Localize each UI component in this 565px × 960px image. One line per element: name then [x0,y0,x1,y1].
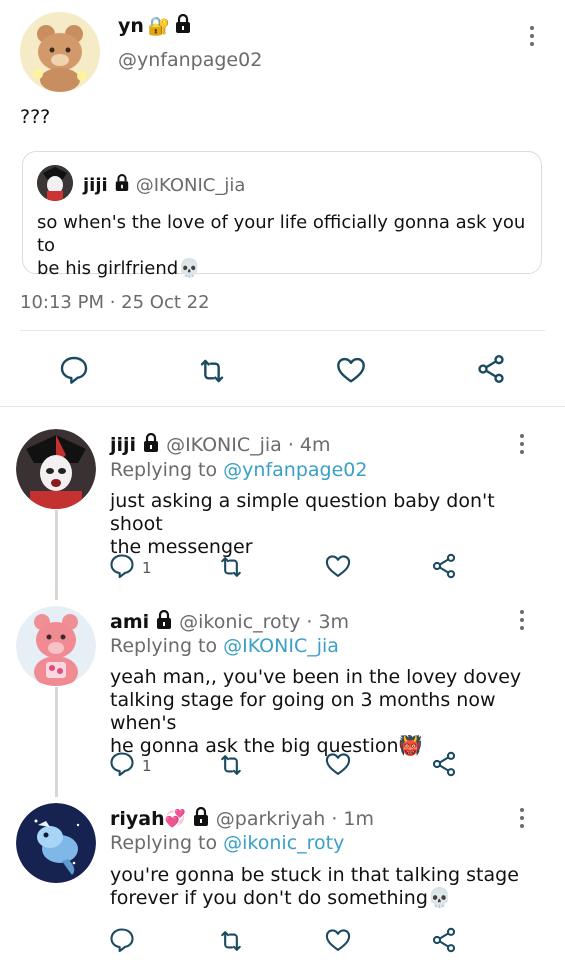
reply-action[interactable]: 1 [108,750,152,782]
author-handle[interactable]: @ynfanpage02 [118,49,262,71]
skull-emoji: 💀 [178,258,201,279]
avatar-jiji[interactable] [16,429,96,509]
quoted-author-name: jiji [83,174,108,196]
reply-text-line: you're gonna be stuck in that talking st… [110,864,519,886]
reply-time: · 1m [331,808,375,830]
reply-icon[interactable] [108,750,136,782]
reply-author-handle[interactable]: @parkriyah [216,808,326,830]
lock-icon [192,806,210,831]
reply-action[interactable] [108,926,142,958]
author-name[interactable]: yn [118,15,144,37]
retweet-icon[interactable] [217,927,245,959]
retweet-icon[interactable] [217,553,245,585]
reply-text-line: he gonna ask the big question [110,735,399,757]
avatar-ami[interactable] [16,606,96,686]
quoted-text-line: so when's the love of your life official… [37,212,526,256]
share-icon[interactable] [430,926,458,958]
ogre-emoji: 👹 [398,735,423,757]
lock-icon [174,13,192,38]
reply-count: 1 [142,757,152,775]
more-options-icon[interactable] [510,608,534,632]
avatar-yn[interactable] [20,12,100,92]
retweet-icon[interactable] [217,751,245,783]
thread-line [55,687,58,797]
reply-time: · 4m [287,434,331,456]
thread-line [55,510,58,600]
avatar-riyah[interactable] [16,803,96,883]
replying-label: Replying to [110,459,224,481]
skull-emoji: 💀 [427,887,452,909]
heart-icon[interactable] [324,750,352,782]
retweet-icon[interactable] [196,355,228,391]
heart-icon[interactable] [324,926,352,958]
reply-count: 1 [142,559,152,577]
reply-text-line: talking stage for going on 3 months now … [110,689,496,734]
quoted-text-line: be his girlfriend [37,258,179,279]
reply-time: · 3m [306,611,350,633]
heart-icon[interactable] [324,552,352,584]
reply-icon[interactable] [58,354,90,390]
more-options-icon[interactable] [520,24,544,48]
replying-label: Replying to [110,832,224,854]
reply-text-line: yeah man,, you've been in the lovey dove… [110,666,522,688]
name-emoji: 🔐 [147,15,171,37]
quoted-tweet[interactable]: jiji @IKONIC_jia so when's the love of y… [22,151,542,279]
heart-icon[interactable] [335,354,367,390]
tweet-timestamp: 10:13 PM · 25 Oct 22 [20,292,210,313]
share-icon[interactable] [430,552,458,584]
reply-author-name[interactable]: jiji [110,434,136,456]
reply-text-line: just asking a simple question baby don't… [110,490,495,535]
quoted-author-handle: @IKONIC_jia [135,174,246,196]
reply-text-line: forever if you don't do something [110,887,428,909]
share-icon[interactable] [475,353,507,389]
replying-to-link[interactable]: @ikonic_roty [223,832,344,854]
lock-icon [114,174,130,196]
name-emoji: 💞 [164,809,186,829]
tweet-text: ??? [20,106,51,128]
replying-label: Replying to [110,635,224,657]
reply-action[interactable]: 1 [108,552,152,584]
replying-to-link[interactable]: @IKONIC_jia [223,635,339,657]
reply-author-handle[interactable]: @ikonic_roty [179,611,300,633]
replying-to-link[interactable]: @ynfanpage02 [223,459,367,481]
share-icon[interactable] [430,750,458,782]
more-options-icon[interactable] [510,806,534,830]
reply-author-name[interactable]: ami [110,611,149,633]
reply-icon[interactable] [108,926,136,958]
avatar-jiji-quoted [37,165,73,201]
reply-author-handle[interactable]: @IKONIC_jia [166,434,282,456]
reply-icon[interactable] [108,552,136,584]
lock-icon [142,432,160,457]
reply-author-name[interactable]: riyah [110,808,165,830]
lock-icon [155,609,173,634]
more-options-icon[interactable] [510,432,534,456]
